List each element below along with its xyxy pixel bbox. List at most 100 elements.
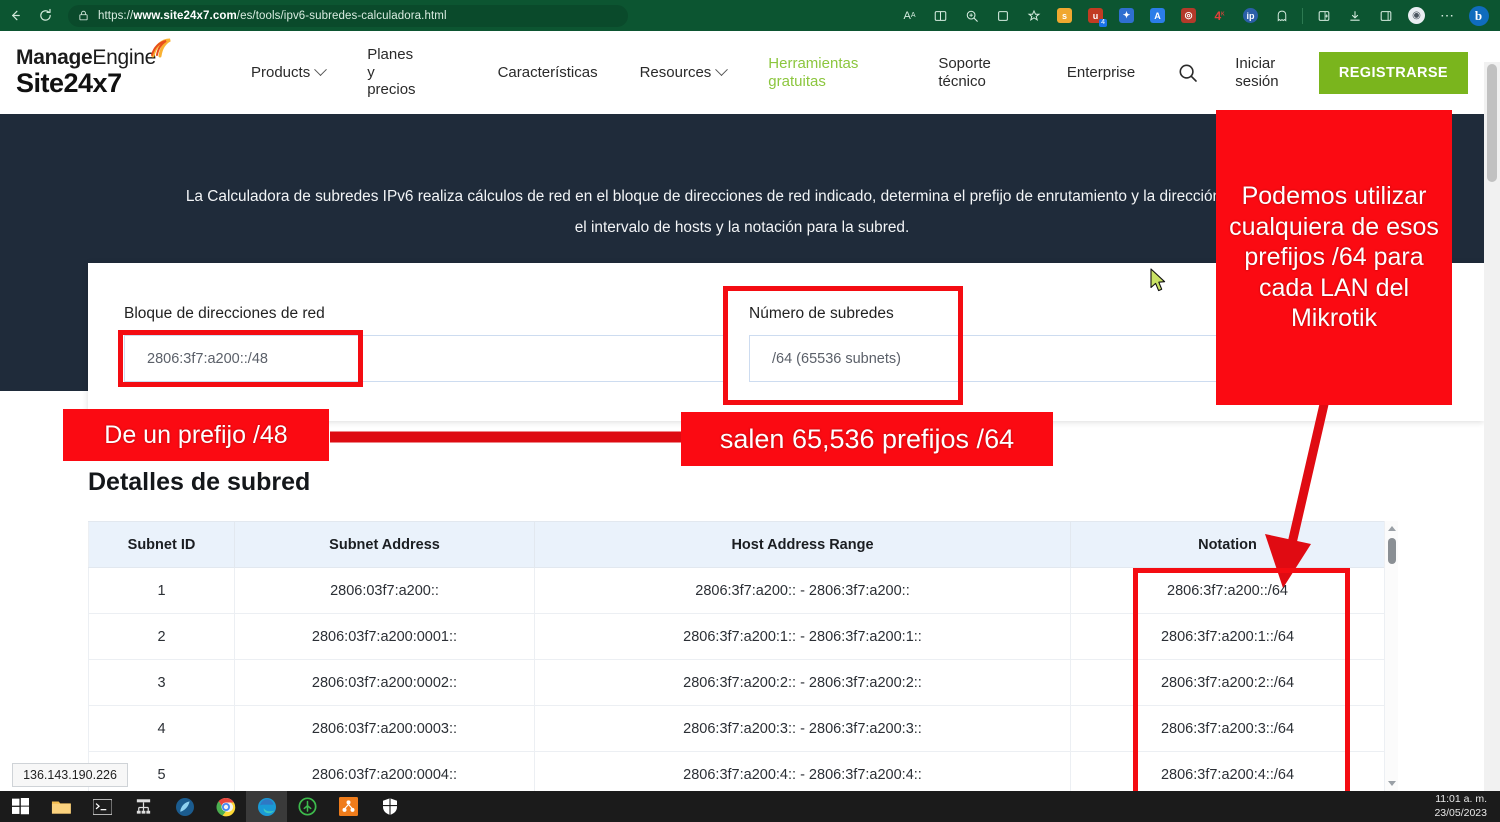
- profile-icon[interactable]: ◉: [1404, 3, 1429, 28]
- read-aloud-icon[interactable]: AA: [897, 3, 922, 28]
- extension-red-icon[interactable]: ◎: [1176, 3, 1201, 28]
- edge-sidebar-icon[interactable]: [1373, 3, 1398, 28]
- favorites-icon[interactable]: [1021, 3, 1046, 28]
- logo-manageengine: ManageEngine: [16, 46, 156, 70]
- nav-item-soporte-tecnico[interactable]: Soporte técnico: [938, 55, 991, 90]
- column-header-host-range: Host Address Range: [535, 522, 1071, 568]
- url-path: /es/tools/ipv6-subredes-calculadora.html: [237, 10, 447, 22]
- page-scrollbar-thumb[interactable]: [1487, 64, 1497, 182]
- scroll-up-icon[interactable]: [1388, 526, 1396, 531]
- page-scrollbar[interactable]: [1484, 62, 1500, 791]
- cell-host-range: 2806:3f7:a200:2:: - 2806:3f7:a200:2::: [535, 660, 1071, 706]
- nav-item-planes-precios[interactable]: Planes y precios: [367, 46, 415, 99]
- address-bar[interactable]: https://www.site24x7.com/es/tools/ipv6-s…: [68, 5, 628, 27]
- nav-item-herramientas-gratuitas[interactable]: Herramientas gratuitas: [768, 55, 858, 90]
- windows-start-icon[interactable]: [0, 791, 41, 822]
- annotation-highlight-notation-column: [1133, 568, 1350, 811]
- nav-label: Herramientas gratuitas: [768, 55, 858, 90]
- cell-subnet-address: 2806:03f7:a200:0001::: [235, 614, 535, 660]
- app-green-circle-icon[interactable]: [287, 791, 328, 822]
- annotation-callout-result: salen 65,536 prefijos /64: [681, 412, 1053, 466]
- extension-shopping-icon[interactable]: s: [1052, 3, 1077, 28]
- chrome-icon[interactable]: [205, 791, 246, 822]
- browser-toolbar: https://www.site24x7.com/es/tools/ipv6-s…: [0, 0, 1500, 31]
- logo-site24x7: Site24x7: [16, 68, 191, 99]
- file-explorer-icon[interactable]: [41, 791, 82, 822]
- login-link[interactable]: Iniciar sesión: [1235, 55, 1297, 90]
- nav-item-resources[interactable]: Resources: [640, 64, 727, 82]
- chevron-down-icon: [314, 63, 327, 76]
- scroll-down-icon[interactable]: [1388, 781, 1396, 786]
- browser-toolbar-icons: AA s u4 ✦ A ◎ 4ᴷ ip: [894, 3, 1500, 28]
- column-header-subnet-id: Subnet ID: [89, 522, 235, 568]
- annotation-highlight-subnet-count: [723, 286, 963, 405]
- bing-copilot-icon[interactable]: b: [1466, 3, 1491, 28]
- address-bar-url: https://www.site24x7.com/es/tools/ipv6-s…: [98, 10, 447, 22]
- settings-more-icon[interactable]: ⋯: [1435, 3, 1460, 28]
- nav-label: Soporte técnico: [938, 55, 991, 90]
- extension-blue-icon[interactable]: ✦: [1114, 3, 1139, 28]
- nav-label: Planes y precios: [367, 46, 415, 99]
- extension-ip-icon[interactable]: ip: [1238, 3, 1263, 28]
- toolbar-divider: [1302, 8, 1303, 24]
- cell-subnet-address: 2806:03f7:a200:0004::: [235, 752, 535, 792]
- chevron-down-icon: [715, 63, 728, 76]
- ip-status-tooltip: 136.143.190.226: [12, 763, 128, 787]
- url-domain: www.site24x7.com: [133, 10, 236, 22]
- mouse-cursor: [1150, 268, 1168, 294]
- back-arrow-icon[interactable]: [0, 3, 30, 29]
- clock-time: 11:01 a. m.: [1434, 793, 1487, 806]
- swoosh-icon: [151, 38, 173, 62]
- network-block-label: Bloque de direcciones de red: [124, 305, 325, 323]
- terminal-icon[interactable]: [82, 791, 123, 822]
- scrollbar-thumb[interactable]: [1388, 538, 1396, 564]
- nav-item-caracteristicas[interactable]: Características: [498, 64, 598, 82]
- annotation-callout-mikrotik: Podemos utilizar cualquiera de esos pref…: [1216, 110, 1452, 405]
- downloads-icon[interactable]: [1342, 3, 1367, 28]
- split-screen-icon[interactable]: [1311, 3, 1336, 28]
- clock-date: 23/05/2023: [1434, 807, 1487, 820]
- nav-label: Products: [251, 64, 310, 82]
- site-header: ManageEngine Site24x7 Products Planes y …: [0, 31, 1484, 114]
- nav-item-products[interactable]: Products: [251, 64, 325, 82]
- cell-subnet-address: 2806:03f7:a200::: [235, 568, 535, 614]
- main-nav: Products Planes y precios Característica…: [251, 46, 1177, 99]
- cell-subnet-id: 4: [89, 706, 235, 752]
- signup-button[interactable]: REGISTRARSE: [1319, 52, 1468, 94]
- column-header-notation: Notation: [1071, 522, 1385, 568]
- reload-icon[interactable]: [30, 3, 60, 29]
- nav-label: Características: [498, 64, 598, 82]
- zoom-icon[interactable]: [959, 3, 984, 28]
- taskbar-clock[interactable]: 11:01 a. m. 23/05/2023: [1434, 793, 1500, 819]
- nav-label: Enterprise: [1067, 64, 1135, 82]
- nav-label: Resources: [640, 64, 712, 82]
- app-shield-icon[interactable]: [369, 791, 410, 822]
- extension-ghostery-icon[interactable]: [1269, 3, 1294, 28]
- results-title: Detalles de subred: [88, 468, 310, 497]
- extension-4k-icon[interactable]: 4ᴷ: [1207, 3, 1232, 28]
- lock-icon: [77, 9, 90, 22]
- cell-host-range: 2806:3f7:a200:3:: - 2806:3f7:a200:3::: [535, 706, 1071, 752]
- hero-description: La Calculadora de subredes IPv6 realiza …: [180, 182, 1304, 243]
- header-actions: Iniciar sesión REGISTRARSE: [1177, 52, 1468, 94]
- annotation-callout-prefix48: De un prefijo /48: [63, 409, 329, 461]
- app-orange-network-icon[interactable]: [328, 791, 369, 822]
- cell-subnet-id: 2: [89, 614, 235, 660]
- ublock-badge: 4: [1099, 19, 1107, 27]
- extension-ublock-icon[interactable]: u4: [1083, 3, 1108, 28]
- table-scrollbar[interactable]: [1384, 521, 1398, 791]
- nav-item-enterprise[interactable]: Enterprise: [1067, 64, 1135, 82]
- app-blue-moon-icon[interactable]: [164, 791, 205, 822]
- windows-taskbar: 11:01 a. m. 23/05/2023: [0, 791, 1500, 822]
- edge-icon[interactable]: [246, 791, 287, 822]
- cell-subnet-id: 1: [89, 568, 235, 614]
- collections-icon[interactable]: [990, 3, 1015, 28]
- annotation-highlight-network-input: [118, 330, 363, 387]
- winbox-icon[interactable]: [123, 791, 164, 822]
- site-logo[interactable]: ManageEngine Site24x7: [16, 46, 191, 99]
- immersive-reader-icon[interactable]: [928, 3, 953, 28]
- extension-translate-icon[interactable]: A: [1145, 3, 1170, 28]
- cell-subnet-id: 3: [89, 660, 235, 706]
- search-icon[interactable]: [1177, 62, 1199, 84]
- table-header-row: Subnet ID Subnet Address Host Address Ra…: [89, 522, 1385, 568]
